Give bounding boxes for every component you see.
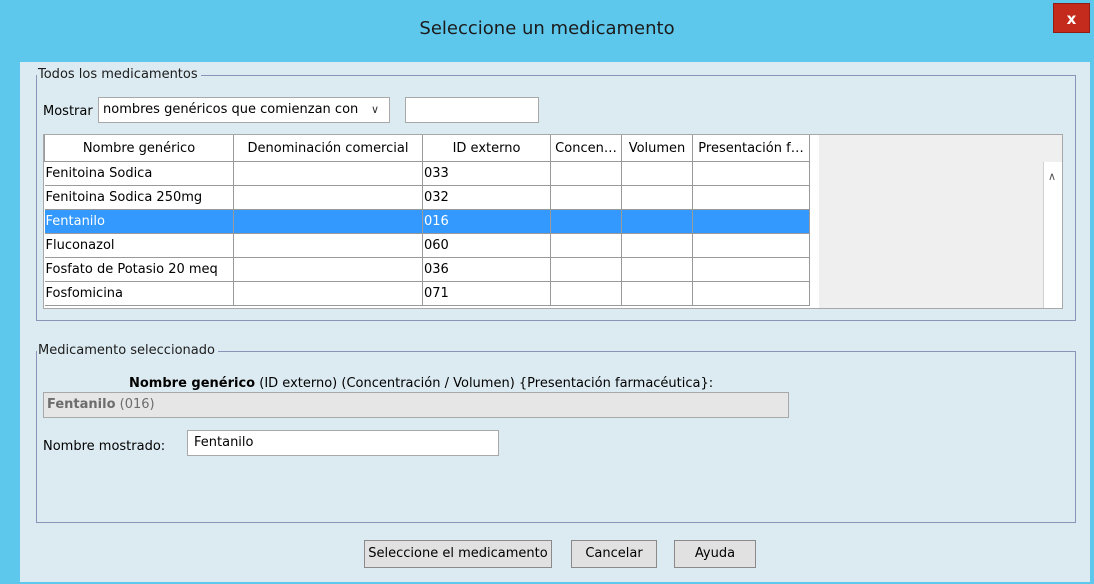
cancel-button[interactable]: Cancelar — [571, 540, 657, 568]
cell-brand-name — [233, 233, 423, 258]
cell-concentration — [550, 209, 622, 234]
cell-volume — [621, 209, 693, 234]
help-button[interactable]: Ayuda — [674, 540, 756, 568]
dialog-window: Seleccione un medicamento x Todos los me… — [0, 0, 1094, 584]
cell-external-id: 033 — [422, 161, 551, 186]
table-row[interactable]: Fenitoina Sodica 033 — [44, 161, 810, 186]
column-header-brand-name[interactable]: Denominación comercial — [233, 135, 423, 162]
cell-brand-name — [233, 161, 423, 186]
cell-dosage-form — [692, 185, 810, 210]
chevron-up-icon[interactable]: ∧ — [1048, 170, 1056, 183]
cell-brand-name — [233, 185, 423, 210]
chevron-down-icon: ∨ — [370, 103, 379, 116]
cell-dosage-form — [692, 209, 810, 234]
column-header-concentration[interactable]: Concen… — [550, 135, 622, 162]
cell-brand-name — [233, 209, 423, 234]
show-filter-value: nombres genéricos que comienzan con — [103, 102, 359, 117]
selected-medication-name: Fentanilo — [47, 397, 116, 412]
filter-text-input[interactable] — [405, 97, 539, 123]
column-header-volume[interactable]: Volumen — [621, 135, 693, 162]
cell-concentration — [550, 161, 622, 186]
selected-medication-field: Fentanilo (016) — [43, 392, 789, 418]
cell-dosage-form — [692, 233, 810, 258]
table-empty-area — [819, 135, 1062, 308]
cell-generic-name: Fosfomicina — [44, 281, 234, 306]
cell-dosage-form — [692, 161, 810, 186]
table-vertical-scrollbar[interactable]: ∧ — [1043, 162, 1062, 308]
cell-external-id: 036 — [422, 257, 551, 282]
cell-generic-name: Fenitoina Sodica — [44, 161, 234, 186]
cell-concentration — [550, 281, 622, 306]
selected-medication-id: (016) — [115, 397, 155, 412]
table-row[interactable]: Fosfato de Potasio 20 meq 036 — [44, 257, 810, 282]
medications-grid: Nombre genérico Denominación comercial I… — [44, 135, 810, 306]
cell-external-id: 032 — [422, 185, 551, 210]
show-filter-select[interactable]: nombres genéricos que comienzan con ∨ — [98, 97, 390, 123]
column-header-generic-name[interactable]: Nombre genérico — [44, 135, 234, 162]
cell-brand-name — [233, 281, 423, 306]
cell-generic-name: Fluconazol — [44, 233, 234, 258]
cell-external-id: 071 — [422, 281, 551, 306]
dialog-title: Seleccione un medicamento — [419, 18, 675, 39]
cell-generic-name: Fenitoina Sodica 250mg — [44, 185, 234, 210]
display-name-label: Nombre mostrado: — [43, 439, 166, 454]
cell-concentration — [550, 233, 622, 258]
selected-medication-legend: Medicamento seleccionado — [37, 343, 218, 358]
cell-volume — [621, 161, 693, 186]
all-medications-legend: Todos los medicamentos — [37, 67, 201, 82]
cell-brand-name — [233, 257, 423, 282]
table-row-selected[interactable]: Fentanilo 016 — [44, 209, 810, 234]
cell-generic-name: Fosfato de Potasio 20 meq — [44, 257, 234, 282]
cell-external-id: 060 — [422, 233, 551, 258]
display-name-input[interactable]: Fentanilo — [187, 430, 499, 456]
all-medications-group: Todos los medicamentos Mostrar nombres g… — [36, 67, 1076, 321]
cell-concentration — [550, 185, 622, 210]
table-row[interactable]: Fosfomicina 071 — [44, 281, 810, 306]
medications-table: Nombre genérico Denominación comercial I… — [43, 134, 1063, 309]
title-bar: Seleccione un medicamento x — [0, 0, 1094, 62]
cell-external-id: 016 — [422, 209, 551, 234]
cell-dosage-form — [692, 281, 810, 306]
column-header-external-id[interactable]: ID externo — [422, 135, 551, 162]
cell-concentration — [550, 257, 622, 282]
cell-volume — [621, 185, 693, 210]
selected-format-caption: Nombre genérico (ID externo) (Concentrac… — [129, 376, 713, 391]
cell-dosage-form — [692, 257, 810, 282]
column-header-dosage-form[interactable]: Presentación f… — [692, 135, 810, 162]
cell-volume — [621, 233, 693, 258]
table-row[interactable]: Fenitoina Sodica 250mg 032 — [44, 185, 810, 210]
caption-generic-name: Nombre genérico — [129, 376, 256, 391]
cell-volume — [621, 257, 693, 282]
cell-volume — [621, 281, 693, 306]
caption-format-rest: (ID externo) (Concentración / Volumen) {… — [255, 376, 714, 391]
close-button[interactable]: x — [1053, 3, 1090, 33]
dialog-client-area: Todos los medicamentos Mostrar nombres g… — [20, 62, 1090, 582]
cell-generic-name: Fentanilo — [44, 209, 234, 234]
select-medication-button[interactable]: Seleccione el medicamento — [364, 540, 552, 568]
selected-medication-group: Medicamento seleccionado Nombre genérico… — [36, 343, 1076, 523]
show-label: Mostrar — [43, 104, 93, 119]
table-row[interactable]: Fluconazol 060 — [44, 233, 810, 258]
